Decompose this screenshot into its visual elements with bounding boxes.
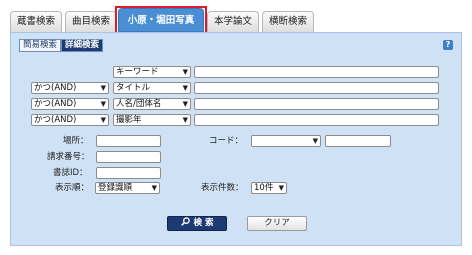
chevron-down-icon: ▼ bbox=[312, 137, 318, 145]
field-select-4-value: 撮影年 bbox=[116, 115, 142, 125]
location-input[interactable] bbox=[96, 135, 161, 147]
field-select-2[interactable]: タイトル ▼ bbox=[113, 82, 191, 94]
search-button[interactable]: 検 索 bbox=[167, 216, 227, 231]
code-input[interactable] bbox=[325, 135, 391, 147]
clear-button[interactable]: クリア bbox=[247, 216, 307, 231]
operator-select-3[interactable]: かつ(AND) ▼ bbox=[31, 98, 109, 110]
result-count-label: 表示件数： bbox=[201, 183, 244, 193]
field-select-3-value: 人名/団体名 bbox=[116, 99, 162, 109]
chevron-down-icon: ▼ bbox=[182, 116, 188, 124]
field-select-4[interactable]: 撮影年 ▼ bbox=[113, 114, 191, 126]
sort-order-select[interactable]: 登録識順 ▼ bbox=[95, 182, 160, 194]
chevron-down-icon: ▼ bbox=[182, 100, 188, 108]
field-select-3[interactable]: 人名/団体名 ▼ bbox=[113, 98, 191, 110]
operator-select-2-value: かつ(AND) bbox=[34, 83, 77, 93]
chevron-down-icon: ▼ bbox=[151, 184, 157, 192]
search-icon bbox=[180, 217, 190, 230]
call-number-label: 請求番号： bbox=[47, 152, 90, 162]
search-term-input-2[interactable] bbox=[194, 82, 439, 94]
search-term-input-1[interactable] bbox=[194, 66, 439, 78]
chevron-down-icon: ▼ bbox=[100, 84, 106, 92]
field-select-1-value: キーワード bbox=[116, 67, 159, 77]
result-count-value: 10件 bbox=[254, 183, 274, 193]
chevron-down-icon: ▼ bbox=[100, 116, 106, 124]
help-icon[interactable]: ? bbox=[443, 40, 453, 50]
advanced-search-toggle[interactable]: 詳細検索 bbox=[61, 39, 104, 52]
chevron-down-icon: ▼ bbox=[100, 100, 106, 108]
search-mode-switch: 簡易検索 詳細検索 bbox=[19, 39, 104, 52]
tab-cross-search[interactable]: 横断検索 bbox=[262, 11, 314, 32]
operator-select-4-value: かつ(AND) bbox=[34, 115, 77, 125]
tab-university-papers[interactable]: 本学論文 bbox=[207, 11, 259, 32]
operator-select-2[interactable]: かつ(AND) ▼ bbox=[31, 82, 109, 94]
tab-ohara-hotta-photos[interactable]: 小原・堀田写真 bbox=[118, 8, 204, 32]
tab-piece-search[interactable]: 曲目検索 bbox=[65, 11, 117, 32]
bib-id-label: 書誌ID： bbox=[53, 168, 88, 178]
sort-label: 表示順： bbox=[55, 183, 90, 193]
search-term-input-4[interactable] bbox=[194, 114, 439, 126]
sort-order-value: 登録識順 bbox=[98, 183, 133, 193]
operator-select-4[interactable]: かつ(AND) ▼ bbox=[31, 114, 109, 126]
tab-collection-search[interactable]: 蔵書検索 bbox=[10, 11, 62, 32]
operator-select-3-value: かつ(AND) bbox=[34, 99, 77, 109]
search-term-input-3[interactable] bbox=[194, 98, 439, 110]
search-panel: 簡易検索 詳細検索 ? キーワード ▼ かつ(AND) ▼ タイトル ▼ かつ(… bbox=[10, 32, 462, 246]
bib-id-input[interactable] bbox=[96, 167, 161, 179]
code-select[interactable]: ▼ bbox=[251, 135, 321, 147]
result-count-select[interactable]: 10件 ▼ bbox=[251, 182, 287, 194]
chevron-down-icon: ▼ bbox=[182, 68, 188, 76]
location-label: 場所： bbox=[63, 136, 89, 146]
chevron-down-icon: ▼ bbox=[278, 184, 284, 192]
field-select-1[interactable]: キーワード ▼ bbox=[113, 66, 191, 78]
code-label: コード： bbox=[209, 136, 244, 146]
field-select-2-value: タイトル bbox=[116, 83, 151, 93]
simple-search-toggle[interactable]: 簡易検索 bbox=[19, 39, 62, 52]
chevron-down-icon: ▼ bbox=[182, 84, 188, 92]
call-number-input[interactable] bbox=[96, 151, 161, 163]
search-button-label: 検 索 bbox=[193, 218, 214, 228]
tab-bar: 蔵書検索 曲目検索 小原・堀田写真 本学論文 横断検索 bbox=[10, 6, 462, 34]
